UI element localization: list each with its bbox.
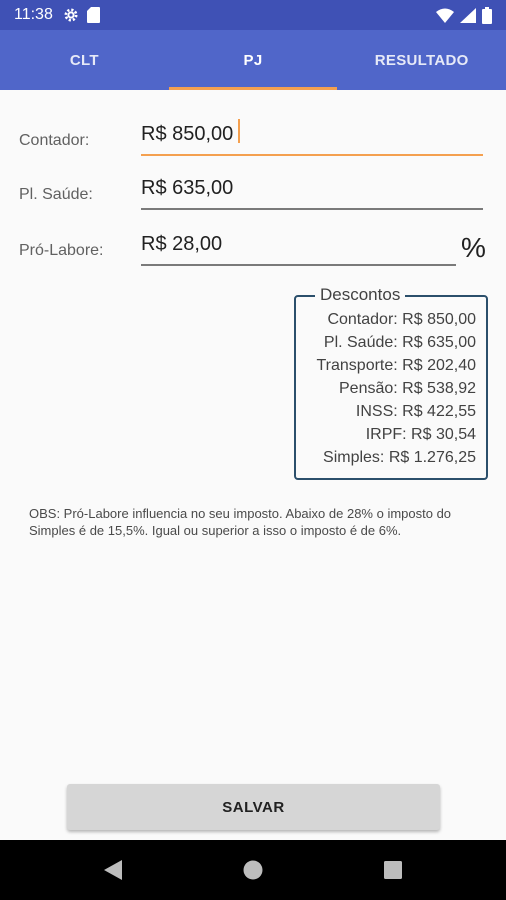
descontos-box: Descontos Contador: R$ 850,00 Pl. Saúde:… bbox=[294, 285, 488, 480]
status-icons-left bbox=[63, 7, 100, 23]
battery-icon bbox=[482, 6, 492, 24]
signal-icon bbox=[460, 7, 476, 23]
plano-saude-input[interactable] bbox=[141, 170, 483, 206]
desconto-plano-saude: Pl. Saúde: R$ 635,00 bbox=[323, 334, 476, 351]
pro-labore-label: Pró-Labore: bbox=[19, 242, 104, 259]
obs-note: OBS: Pró-Labore influencia no seu impost… bbox=[29, 506, 452, 538]
contador-input[interactable] bbox=[141, 116, 483, 152]
home-circle-icon bbox=[243, 860, 263, 880]
contador-label: Contador: bbox=[19, 132, 90, 149]
desconto-pensao: Pensão: R$ 538,92 bbox=[339, 380, 476, 397]
tab-clt[interactable]: CLT bbox=[0, 30, 169, 90]
desconto-simples: Simples: R$ 1.276,25 bbox=[323, 449, 476, 466]
home-button[interactable] bbox=[223, 840, 283, 900]
pro-labore-underline bbox=[141, 264, 456, 266]
settings-gear-icon bbox=[63, 7, 79, 23]
desconto-contador: Contador: R$ 850,00 bbox=[327, 311, 476, 328]
pro-labore-row: Pró-Labore: % bbox=[0, 222, 506, 266]
descontos-title: Descontos bbox=[315, 285, 406, 305]
plano-saude-label: Pl. Saúde: bbox=[19, 186, 93, 203]
desconto-inss: INSS: R$ 422,55 bbox=[355, 403, 476, 420]
wifi-icon bbox=[436, 8, 454, 23]
tab-pj[interactable]: PJ bbox=[168, 30, 338, 90]
tab-resultado[interactable]: RESULTADO bbox=[337, 30, 506, 90]
recents-button[interactable] bbox=[363, 840, 423, 900]
text-cursor bbox=[238, 119, 240, 143]
desconto-irpf: IRPF: R$ 30,54 bbox=[365, 426, 476, 443]
save-button[interactable]: SALVAR bbox=[67, 784, 440, 830]
status-icons-right bbox=[436, 6, 492, 24]
plano-saude-row: Pl. Saúde: bbox=[0, 166, 506, 210]
status-time: 11:38 bbox=[14, 6, 53, 23]
navigation-bar bbox=[0, 840, 506, 900]
back-triangle-icon bbox=[104, 860, 122, 880]
desconto-transporte: Transporte: R$ 202,40 bbox=[316, 357, 477, 374]
back-button[interactable] bbox=[82, 840, 142, 900]
pro-labore-input[interactable] bbox=[141, 226, 456, 262]
recents-square-icon bbox=[384, 861, 402, 879]
percent-sign: % bbox=[461, 232, 486, 263]
tab-bar: CLT PJ RESULTADO bbox=[0, 30, 506, 90]
status-bar: 11:38 bbox=[0, 0, 506, 30]
sd-card-icon bbox=[86, 7, 100, 23]
descontos-list: Contador: R$ 850,00 Pl. Saúde: R$ 635,00… bbox=[317, 308, 477, 469]
plano-saude-underline bbox=[141, 208, 483, 210]
contador-underline bbox=[141, 154, 483, 156]
contador-row: Contador: bbox=[0, 112, 506, 156]
